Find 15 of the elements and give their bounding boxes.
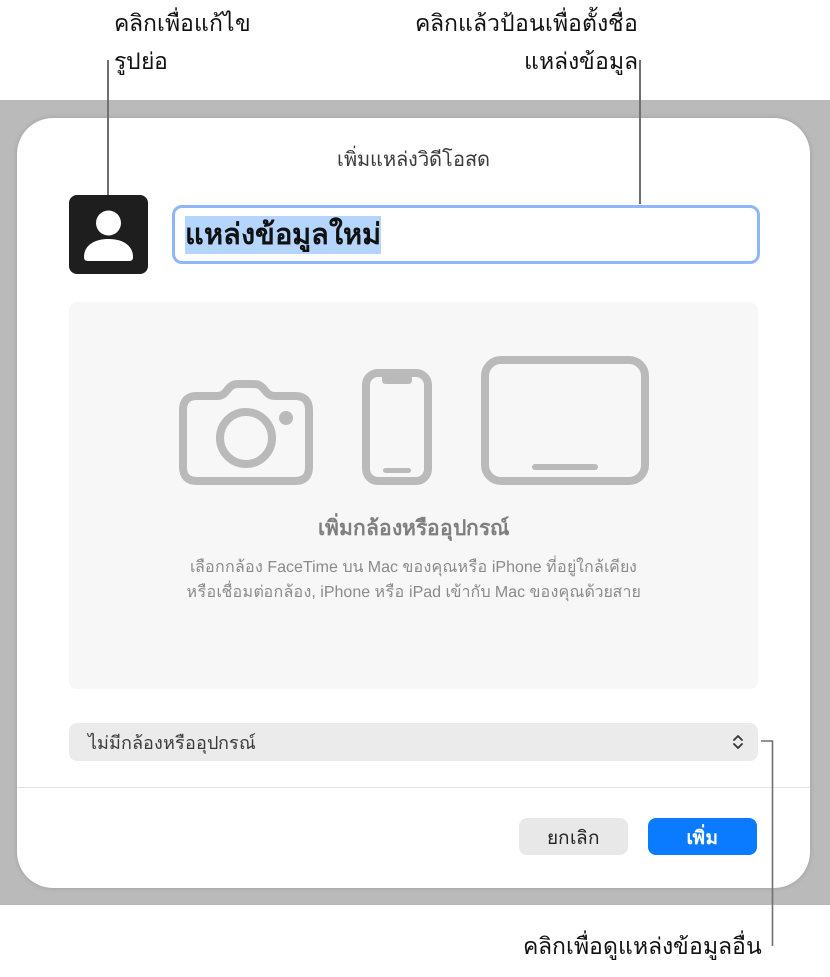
camera-icon bbox=[178, 380, 312, 485]
callout-text: คลิกเพื่อดูแหล่งข้อมูลอื่น bbox=[523, 927, 762, 965]
up-down-chevron-icon bbox=[732, 733, 744, 751]
person-icon[interactable] bbox=[69, 195, 148, 274]
cancel-button[interactable]: ยกเลิก bbox=[519, 818, 628, 855]
add-button[interactable]: เพิ่ม bbox=[648, 818, 757, 855]
callout-text: คลิกแล้วป้อนเพื่อตั้งชื่อ แหล่งข้อมูล bbox=[415, 4, 638, 100]
dialog-title: เพิ่มแหล่งวิดีโอสด bbox=[337, 146, 490, 174]
panel-description: เลือกกล้อง FaceTime บน Mac ของคุณหรือ iPhone ที่อยู่ใกล้เคียง หรือเชื่อมต่อกล้อง, iPhone หรือ iPad เข้ากับ Mac ของคุณด้วยสาย bbox=[186, 555, 641, 605]
name-field[interactable]: แหล่งข้อมูลใหม่ bbox=[172, 205, 760, 264]
callout-text: คลิกเพื่อแก้ไข รูปย่อ bbox=[114, 4, 251, 100]
source-popup-button[interactable]: ไม่มีกล้องหรืออุปกรณ์ bbox=[69, 723, 758, 761]
smartphone-icon bbox=[362, 369, 432, 485]
panel-heading: เพิ่มกล้องหรืออุปกรณ์ bbox=[318, 515, 509, 543]
tablet-icon bbox=[480, 356, 648, 485]
